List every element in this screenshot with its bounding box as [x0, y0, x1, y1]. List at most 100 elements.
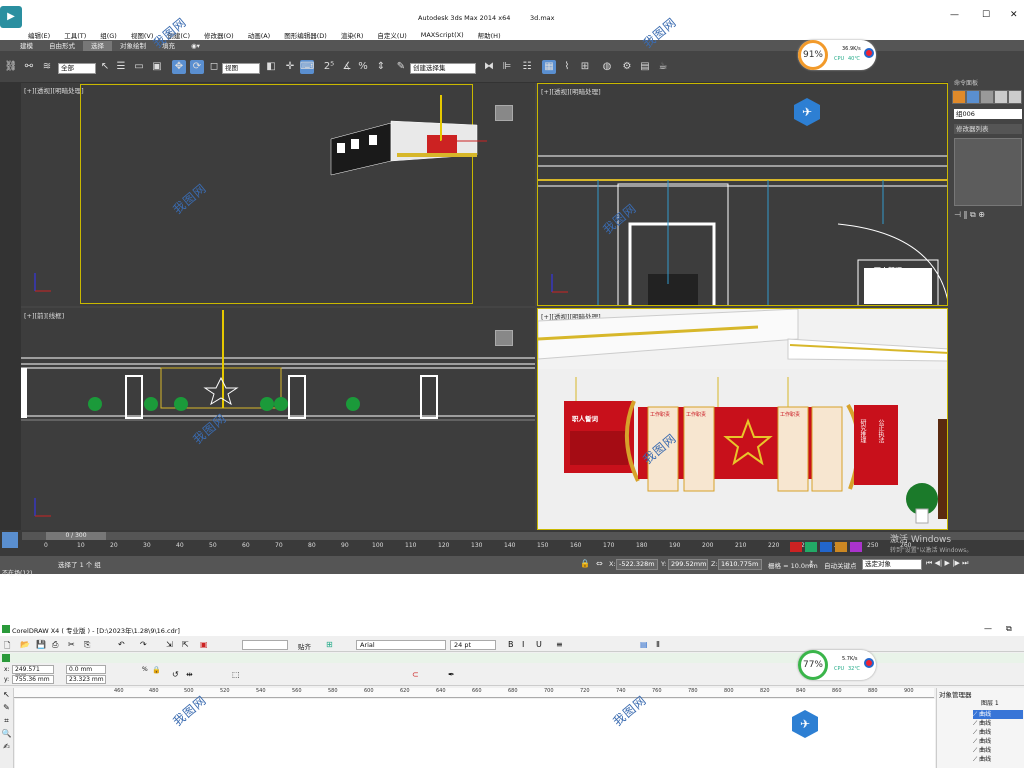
corel-app-icon[interactable]	[2, 625, 10, 633]
corel-small-icon[interactable]	[2, 654, 10, 662]
char-format-icon[interactable]: Ⅱ	[656, 640, 660, 649]
accelerator-icon[interactable]	[864, 48, 874, 58]
y-coord-field[interactable]: 299.52mm	[668, 559, 708, 570]
corel-restore-button[interactable]: ⧉	[1006, 624, 1012, 634]
auto-key-button[interactable]: 自动关键点	[824, 560, 857, 570]
angle-snap-icon[interactable]: ∡	[340, 60, 354, 74]
list-item[interactable]: ⟋ 曲线	[973, 719, 1023, 728]
edit-named-sel-icon[interactable]: ✎	[394, 60, 408, 74]
snap-icon[interactable]: ⊞	[326, 640, 333, 649]
system-monitor-widget[interactable]: 77% 5.7K/s CPU 32℃	[798, 650, 876, 680]
unlink-icon[interactable]: ⚯	[22, 60, 36, 74]
copy-icon[interactable]: ⎘	[84, 640, 90, 650]
print-icon[interactable]: ⎙	[52, 640, 58, 650]
snap-to-dropdown[interactable]: 贴齐	[298, 641, 311, 651]
viewport-bottom-left[interactable]: [+][前][线框]	[21, 308, 535, 530]
ribbon-options-icon[interactable]: ◉▾	[183, 41, 208, 51]
x-position-field[interactable]: 249.571 mm	[12, 665, 54, 680]
undo-icon[interactable]: ↶	[118, 640, 125, 649]
save-icon[interactable]: 💾	[36, 640, 46, 649]
pick-tool-icon[interactable]: ↖	[0, 688, 13, 701]
list-item[interactable]: ⟋ 曲线	[973, 746, 1023, 755]
menu-animation[interactable]: 动画(A)	[248, 30, 271, 40]
mirror-h-icon[interactable]: ⇹	[186, 670, 193, 679]
schematic-view-icon[interactable]: ⊞	[578, 60, 592, 74]
import-icon[interactable]: ⇲	[166, 640, 173, 649]
corel-minimize-button[interactable]: —	[984, 624, 992, 633]
menu-maxscript[interactable]: MAXScript(X)	[421, 31, 464, 39]
keyboard-shortcut-icon[interactable]: ⌨	[300, 60, 314, 74]
convert-curve-icon[interactable]: ⊂	[412, 670, 419, 679]
italic-icon[interactable]: I	[522, 640, 524, 649]
mirror-icon[interactable]: ⧓	[482, 60, 496, 74]
system-monitor-widget[interactable]: 91% 36.9K/s CPU 40℃	[798, 40, 876, 70]
rect-selection-icon[interactable]: ▭	[132, 60, 146, 74]
viewport-top-left[interactable]: [+][透视][明暗处理]	[21, 83, 535, 306]
time-slider[interactable]: 0 / 300	[22, 532, 1024, 540]
window-crossing-icon[interactable]: ▣	[150, 60, 164, 74]
percent-snap-icon[interactable]: %	[356, 60, 370, 74]
hierarchy-tab-icon[interactable]	[981, 91, 993, 103]
outline-pen-icon[interactable]: ✒	[448, 670, 455, 679]
export-icon[interactable]: ⇱	[182, 640, 189, 649]
viewport-top-right[interactable]: [+][透视][明暗处理] 职人誓词 ✈	[537, 83, 948, 306]
menu-help[interactable]: 帮助(H)	[478, 30, 501, 40]
freehand-tool-icon[interactable]: ✍	[0, 740, 13, 753]
motion-tab-icon[interactable]	[995, 91, 1007, 103]
menu-rendering[interactable]: 渲染(R)	[341, 30, 364, 40]
height-field[interactable]: 23.323 mm	[66, 675, 106, 684]
select-manipulate-icon[interactable]: ✛	[283, 60, 297, 74]
cut-icon[interactable]: ✂	[68, 640, 75, 649]
max-app-icon[interactable]: ▶	[0, 6, 22, 28]
close-button[interactable]: ✕	[1010, 10, 1018, 20]
zoom-level-dropdown[interactable]	[242, 640, 288, 650]
selection-set-field[interactable]: 选定对象	[862, 559, 922, 570]
horizontal-ruler[interactable]: 460 480 500 520 540 560 580 600 620 640 …	[14, 688, 934, 698]
scale-percent-icon[interactable]: %	[142, 666, 148, 673]
redo-icon[interactable]: ↷	[140, 640, 147, 649]
menu-modifiers[interactable]: 修改器(O)	[204, 30, 234, 40]
select-by-name-icon[interactable]: ☰	[114, 60, 128, 74]
modifier-list-dropdown[interactable]: 修改器列表	[954, 124, 1022, 134]
scale-icon[interactable]: ◻	[207, 60, 221, 74]
tab-freeform[interactable]: 自由形式	[41, 41, 83, 51]
render-setup-icon[interactable]: ⚙	[620, 60, 634, 74]
underline-icon[interactable]: U	[536, 640, 542, 649]
snaps-toggle-icon[interactable]: 2⁵	[322, 60, 336, 74]
crop-tool-icon[interactable]: ⌗	[0, 714, 13, 727]
node-tools-icon[interactable]: ⬚	[232, 670, 240, 679]
create-tab-icon[interactable]	[953, 91, 965, 103]
curve-editor-icon[interactable]: ⌇	[560, 60, 574, 74]
accelerator-icon[interactable]	[864, 658, 874, 668]
viewport-label[interactable]: [+][透视][明暗处理]	[24, 85, 84, 95]
timeline[interactable]: 0 / 300 0 10 20 30 40 50 60 70 80 90 100…	[0, 530, 1024, 556]
bold-icon[interactable]: B	[508, 640, 514, 649]
width-field[interactable]: 0.0 mm	[66, 665, 106, 674]
lock-icon[interactable]: 🔒	[580, 559, 590, 568]
list-item[interactable]: ⟋ 曲线	[973, 737, 1023, 746]
menu-tools[interactable]: 工具(T)	[64, 30, 86, 40]
menu-customize[interactable]: 自定义(U)	[377, 30, 406, 40]
tab-modeling[interactable]: 建模	[12, 41, 41, 51]
spinner-snap-icon[interactable]: ⇕	[374, 60, 388, 74]
menu-group[interactable]: 组(G)	[100, 30, 117, 40]
transform-type-in-icon[interactable]: ⇔	[596, 559, 603, 568]
z-coord-field[interactable]: 1610.775m	[718, 559, 762, 570]
paragraph-icon[interactable]: ▤	[640, 640, 648, 649]
align-text-icon[interactable]: ≡	[556, 640, 563, 649]
y-position-field[interactable]: 755.36 mm	[12, 675, 54, 684]
reference-coord-dropdown[interactable]: 视图	[222, 63, 260, 74]
bind-spacewarp-icon[interactable]: ≋	[40, 60, 54, 74]
rotate-icon[interactable]: ⟳	[190, 60, 204, 74]
new-icon[interactable]: 🗋	[4, 640, 10, 654]
shape-tool-icon[interactable]: ✎	[0, 701, 13, 714]
menu-graph-editors[interactable]: 图形编辑器(D)	[284, 30, 327, 40]
layer-name[interactable]: 图层 1	[981, 698, 999, 707]
viewcube-icon[interactable]	[495, 105, 513, 121]
minimize-button[interactable]: —	[950, 10, 959, 20]
viewport-label[interactable]: [+][透视][明暗处理]	[541, 86, 601, 96]
material-editor-icon[interactable]: ◍	[600, 60, 614, 74]
key-icon[interactable]: ⚷	[808, 559, 814, 568]
viewport-bottom-right[interactable]: [+][透视][明暗处理] 职人誓词 研究推理 公正执法 工作职责 工作职责 工…	[537, 308, 948, 530]
zoom-tool-icon[interactable]: 🔍	[0, 727, 13, 740]
